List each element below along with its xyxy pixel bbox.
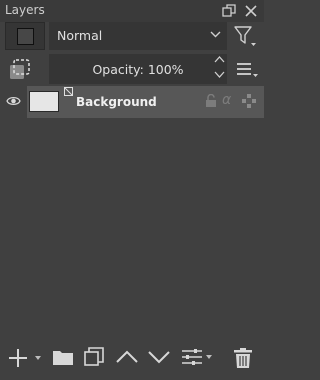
bottom-toolbar — [0, 342, 264, 374]
opacity-label: Opacity: — [92, 62, 144, 77]
color-label-swatch — [17, 28, 34, 45]
lock-icon[interactable] — [205, 94, 217, 108]
alpha-lock-icon[interactable]: α — [222, 92, 231, 108]
color-label-button[interactable] — [5, 22, 45, 50]
panel-titlebar: Layers — [0, 0, 264, 22]
blend-mode-value: Normal — [57, 28, 103, 43]
opacity-decrease-icon[interactable] — [214, 71, 225, 79]
layer-thumbnail — [29, 91, 59, 112]
blend-mode-select[interactable]: Normal — [49, 22, 227, 50]
layer-name: Background — [76, 95, 157, 109]
opacity-text: Opacity: 100% — [49, 62, 227, 77]
filter-icon[interactable] — [234, 25, 258, 47]
properties-icon[interactable] — [181, 347, 215, 367]
blend-row: Normal — [0, 22, 264, 52]
opacity-increase-icon[interactable] — [214, 55, 225, 63]
duplicate-icon[interactable] — [84, 347, 104, 367]
menu-icon[interactable] — [236, 62, 260, 78]
float-icon[interactable] — [222, 4, 236, 18]
opacity-value: 100% — [147, 62, 184, 77]
alpha-checker-icon[interactable] — [242, 94, 256, 108]
layer-row[interactable]: Background α — [0, 86, 264, 118]
move-down-icon[interactable] — [147, 347, 171, 367]
inherit-alpha-icon[interactable] — [8, 57, 32, 81]
chevron-down-icon — [210, 31, 221, 38]
move-up-icon[interactable] — [115, 347, 139, 367]
panel-title: Layers — [5, 3, 45, 17]
folder-icon[interactable] — [52, 347, 74, 367]
opacity-field[interactable]: Opacity: 100% — [49, 54, 227, 84]
trash-icon[interactable] — [233, 347, 253, 369]
opacity-row: Opacity: 100% — [0, 54, 264, 84]
layer-type-icon — [64, 87, 73, 96]
visibility-eye-icon[interactable] — [6, 95, 21, 107]
add-icon[interactable] — [8, 347, 44, 369]
close-icon[interactable] — [244, 4, 258, 18]
